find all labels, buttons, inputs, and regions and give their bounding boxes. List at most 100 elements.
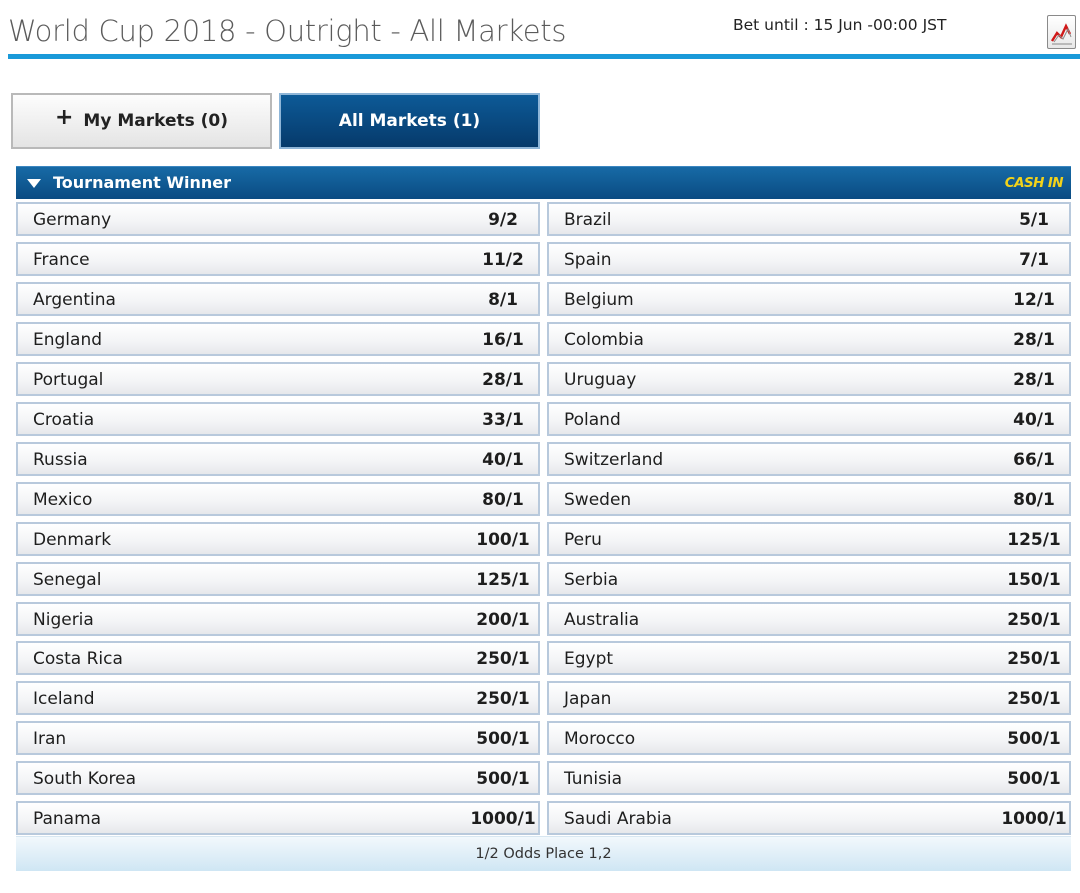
odds-value: 250/1 [476,649,530,669]
odds-value: 16/1 [482,330,524,350]
selection-left[interactable]: Iran 500/1 [16,721,540,755]
plus-icon: + [54,105,74,130]
odds-value: 80/1 [482,490,524,510]
bet-until-text: Bet until : 15 Jun -00:00 JST [733,16,947,34]
odds-value: 66/1 [1013,450,1055,470]
team-name: Portugal [33,370,104,390]
selection-left[interactable]: France 11/2 [16,242,540,276]
odds-value: 500/1 [476,769,530,789]
tab-all-markets-label: All Markets (1) [338,111,481,131]
page-header: World Cup 2018 - Outright - All Markets … [0,0,1080,62]
odds-value: 125/1 [476,570,530,590]
chart-button[interactable] [1047,15,1076,49]
team-name: Russia [33,450,88,470]
team-name: Brazil [564,210,612,230]
tab-my-markets-label: My Markets (0) [83,111,229,131]
team-name: Uruguay [564,370,637,390]
odds-value: 250/1 [1007,610,1061,630]
cash-in-badge[interactable]: CASH IN [1005,175,1064,191]
team-name: Denmark [33,530,112,550]
odds-value: 40/1 [1013,410,1055,430]
selection-left[interactable]: Denmark 100/1 [16,522,540,556]
team-name: Poland [564,410,621,430]
odds-value: 250/1 [476,689,530,709]
team-name: Germany [33,210,112,230]
chart-icon [1050,23,1072,45]
team-name: Nigeria [33,610,94,630]
odds-value: 200/1 [476,610,530,630]
collapse-triangle-icon[interactable] [27,179,41,188]
page-title: World Cup 2018 - Outright - All Markets [8,14,567,48]
selection-left[interactable]: Panama 1000/1 [16,801,540,835]
selection-left[interactable]: Mexico 80/1 [16,482,540,516]
odds-value: 500/1 [476,729,530,749]
selection-right[interactable]: Colombia 28/1 [547,322,1071,356]
market-header[interactable]: Tournament Winner CASH IN [16,166,1071,199]
place-terms-note: 1/2 Odds Place 1,2 [16,836,1071,871]
team-name: Tunisia [564,769,623,789]
team-name: Croatia [33,410,95,430]
team-name: Mexico [33,490,93,510]
team-name: Spain [564,250,612,270]
selection-right[interactable]: Egypt 250/1 [547,641,1071,675]
odds-value: 28/1 [1013,370,1055,390]
selection-right[interactable]: Spain 7/1 [547,242,1071,276]
selection-right[interactable]: Tunisia 500/1 [547,761,1071,795]
tab-all-markets[interactable]: All Markets (1) [279,93,540,149]
odds-value: 500/1 [1007,729,1061,749]
odds-value: 5/1 [1019,210,1049,230]
odds-value: 500/1 [1007,769,1061,789]
selection-left[interactable]: England 16/1 [16,322,540,356]
selection-left[interactable]: Croatia 33/1 [16,402,540,436]
selection-right[interactable]: Morocco 500/1 [547,721,1071,755]
odds-value: 80/1 [1013,490,1055,510]
team-name: Senegal [33,570,102,590]
selection-right[interactable]: Japan 250/1 [547,681,1071,715]
team-name: Morocco [564,729,636,749]
selection-right[interactable]: Australia 250/1 [547,602,1071,636]
selection-left[interactable]: Nigeria 200/1 [16,602,540,636]
odds-value: 150/1 [1007,570,1061,590]
odds-value: 11/2 [482,250,524,270]
selection-right[interactable]: Saudi Arabia 1000/1 [547,801,1071,835]
tab-my-markets[interactable]: + My Markets (0) [11,93,272,149]
odds-value: 9/2 [488,210,518,230]
team-name: Sweden [564,490,632,510]
team-name: Costa Rica [33,649,123,669]
header-divider [8,54,1080,59]
odds-value: 250/1 [1007,689,1061,709]
selection-left[interactable]: Russia 40/1 [16,442,540,476]
team-name: Saudi Arabia [564,809,672,829]
team-name: Serbia [564,570,619,590]
selection-right[interactable]: Uruguay 28/1 [547,362,1071,396]
team-name: Iceland [33,689,95,709]
selection-left[interactable]: Senegal 125/1 [16,562,540,596]
team-name: South Korea [33,769,137,789]
market-title: Tournament Winner [53,173,232,192]
selection-left[interactable]: Germany 9/2 [16,202,540,236]
selection-right[interactable]: Belgium 12/1 [547,282,1071,316]
odds-value: 100/1 [476,530,530,550]
selection-right[interactable]: Switzerland 66/1 [547,442,1071,476]
selection-left[interactable]: Portugal 28/1 [16,362,540,396]
odds-value: 1000/1 [470,809,536,829]
team-name: Peru [564,530,602,550]
odds-value: 28/1 [1013,330,1055,350]
selection-right[interactable]: Serbia 150/1 [547,562,1071,596]
selection-left[interactable]: South Korea 500/1 [16,761,540,795]
selection-right[interactable]: Sweden 80/1 [547,482,1071,516]
team-name: Switzerland [564,450,664,470]
selection-left[interactable]: Argentina 8/1 [16,282,540,316]
team-name: Australia [564,610,640,630]
odds-value: 12/1 [1013,290,1055,310]
team-name: Panama [33,809,102,829]
selection-right[interactable]: Poland 40/1 [547,402,1071,436]
odds-value: 8/1 [488,290,518,310]
selection-right[interactable]: Brazil 5/1 [547,202,1071,236]
selection-left[interactable]: Costa Rica 250/1 [16,641,540,675]
team-name: Colombia [564,330,644,350]
selection-left[interactable]: Iceland 250/1 [16,681,540,715]
team-name: Japan [564,689,612,709]
team-name: Belgium [564,290,634,310]
selection-right[interactable]: Peru 125/1 [547,522,1071,556]
